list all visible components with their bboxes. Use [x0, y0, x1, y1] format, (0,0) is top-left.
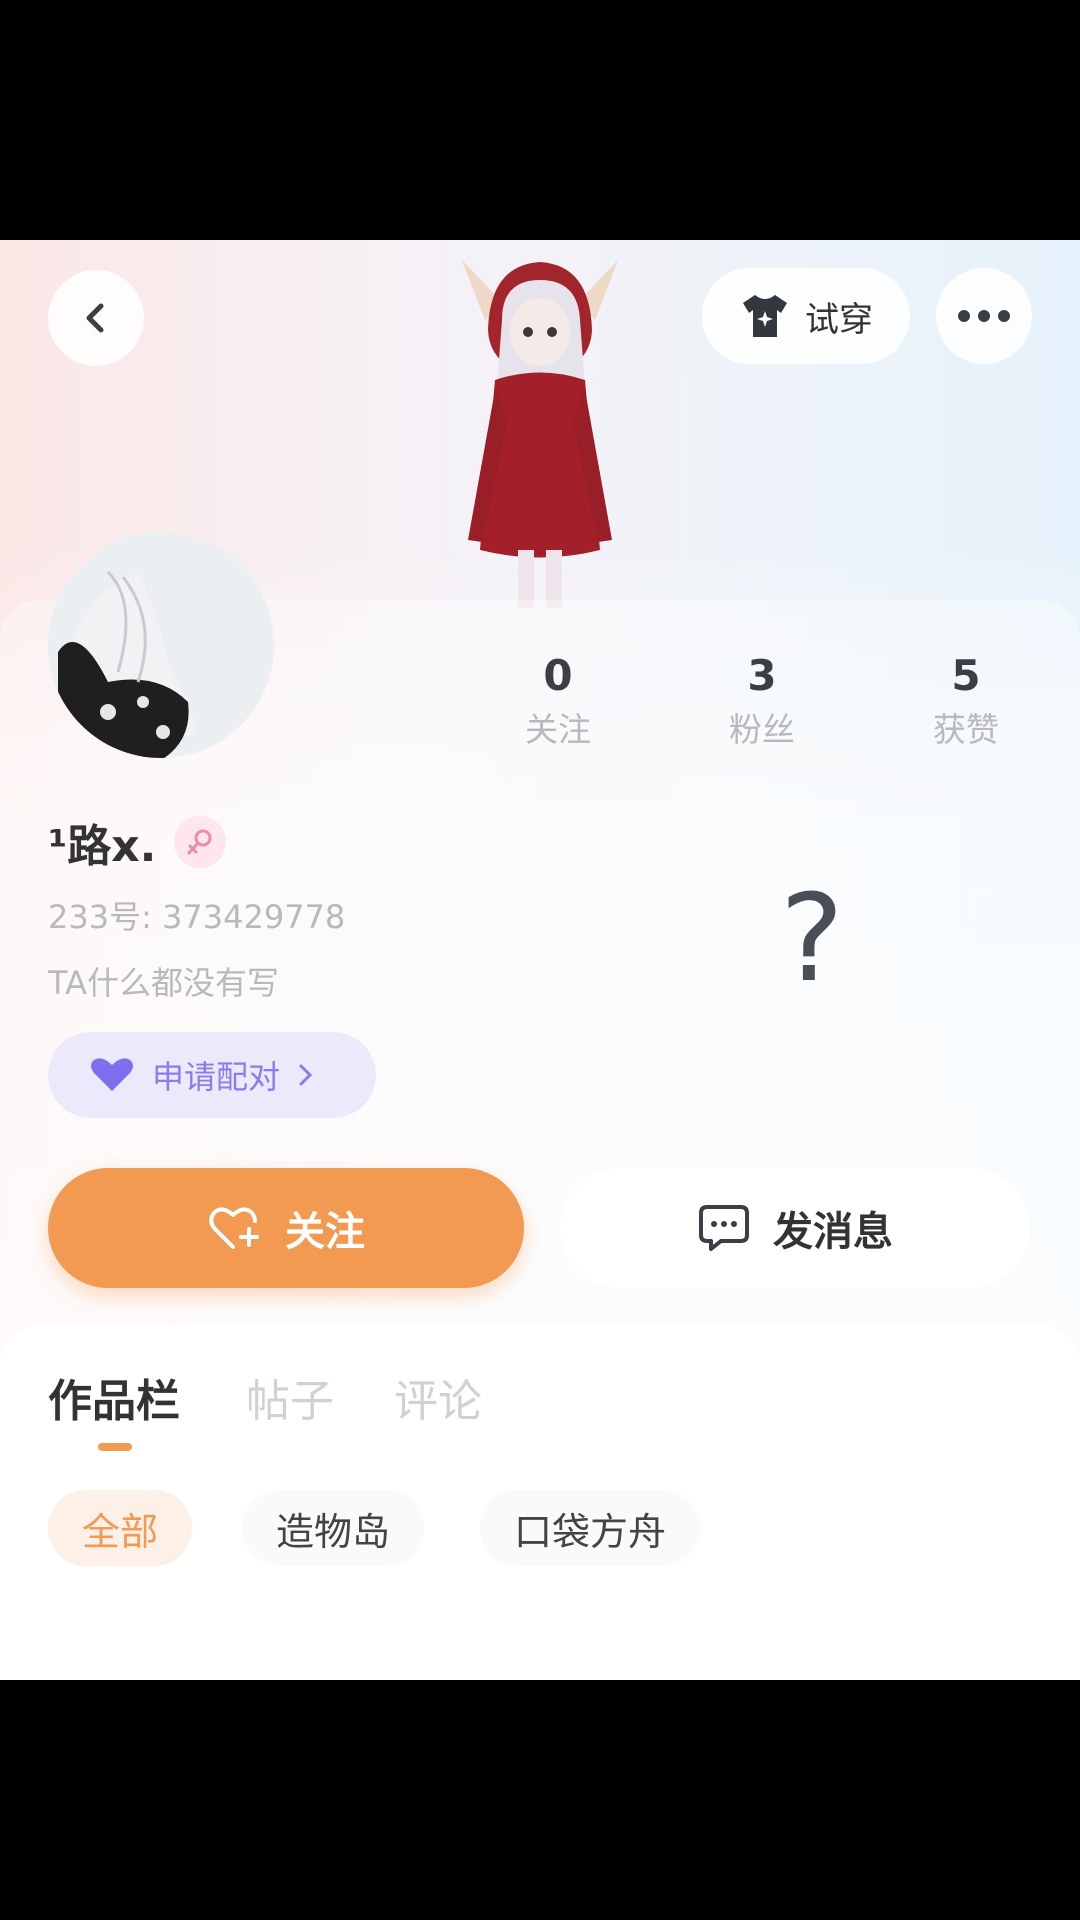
chat-bubble-icon: [699, 1205, 749, 1251]
tshirt-icon: [743, 295, 787, 337]
active-tab-indicator: [98, 1443, 132, 1451]
username: ¹路x.: [48, 821, 157, 872]
character-model[interactable]: [440, 250, 640, 610]
filter-pocket-ark[interactable]: 口袋方舟: [480, 1490, 701, 1566]
stat-following-label: 关注: [525, 710, 591, 749]
message-button[interactable]: 发消息: [560, 1168, 1030, 1288]
more-button[interactable]: [936, 268, 1032, 364]
more-dots-icon: [958, 310, 1010, 322]
stat-fans-value: 3: [747, 651, 777, 700]
question-mark: ?: [780, 870, 844, 1009]
follow-label: 关注: [285, 1209, 365, 1255]
message-label: 发消息: [773, 1209, 893, 1255]
heart-icon: [91, 1058, 133, 1091]
avatar[interactable]: [48, 532, 274, 758]
stat-fans-label: 粉丝: [729, 710, 795, 749]
stat-likes-value: 5: [951, 651, 981, 700]
pair-request-label: 申请配对: [152, 1058, 281, 1096]
profile-screen: 试穿 0 关注 3 粉丝 5 获赞 ¹路x. 233号: 373429778 T…: [0, 240, 1080, 1680]
stat-fans[interactable]: 3 粉丝: [682, 650, 842, 754]
user-id: 233号: 373429778: [48, 898, 346, 936]
tab-works[interactable]: 作品栏: [48, 1365, 180, 1429]
filter-all[interactable]: 全部: [48, 1490, 193, 1566]
stat-likes[interactable]: 5 获赞: [886, 650, 1046, 754]
stat-following-value: 0: [543, 651, 573, 700]
back-button[interactable]: [48, 270, 144, 366]
tab-posts[interactable]: 帖子: [246, 1365, 334, 1429]
try-on-button[interactable]: 试穿: [702, 268, 910, 364]
follow-button[interactable]: 关注: [48, 1168, 524, 1288]
username-row: ¹路x.: [48, 810, 227, 874]
try-on-label: 试穿: [805, 299, 873, 340]
filter-creation-island[interactable]: 造物岛: [242, 1490, 425, 1566]
chevron-left-icon: [86, 303, 104, 333]
female-icon: [174, 816, 227, 868]
stat-likes-label: 获赞: [933, 710, 999, 749]
stat-following[interactable]: 0 关注: [478, 650, 638, 754]
heart-plus-icon: [209, 1207, 259, 1249]
chevron-right-icon: [299, 1064, 313, 1086]
tab-comments[interactable]: 评论: [394, 1365, 482, 1429]
pair-request-button[interactable]: 申请配对: [48, 1032, 376, 1118]
user-bio: TA什么都没有写: [48, 964, 279, 1002]
